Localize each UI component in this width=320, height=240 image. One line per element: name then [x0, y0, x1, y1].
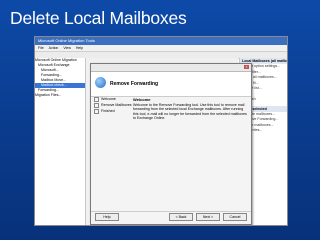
navigation-tree: Microsoft Online Migration Microsoft Exc… — [35, 58, 86, 225]
next-button[interactable]: Next > — [196, 213, 220, 221]
wizard-steps: Welcome Remove Mailboxes Finished — [91, 96, 132, 210]
body-text: Welcome to the Remove Forwarding tool. U… — [133, 102, 247, 121]
menu-bar: File Action View Help — [35, 45, 287, 52]
menu-help[interactable]: Help — [76, 45, 83, 51]
tree-item[interactable]: Migration Files... — [35, 93, 85, 98]
dialog-footer: Help < Back Next > Cancel — [91, 211, 251, 224]
dialog-header: Remove Forwarding — [91, 72, 251, 97]
help-button[interactable]: Help — [95, 213, 119, 221]
close-icon[interactable]: × — [244, 65, 249, 69]
console-screenshot: Microsoft Online Migration Tools File Ac… — [34, 36, 288, 226]
dialog-titlebar: × — [91, 64, 251, 72]
remove-forwarding-dialog: × Remove Forwarding Welcome Remove Mailb… — [90, 63, 252, 225]
slide-title: Delete Local Mailboxes — [10, 8, 187, 28]
step-marker-icon — [94, 102, 99, 108]
back-button[interactable]: < Back — [169, 213, 193, 221]
dialog-body: Welcome Welcome to the Remove Forwarding… — [133, 97, 247, 121]
step-finished: Finished — [91, 108, 131, 114]
menu-view[interactable]: View — [63, 45, 71, 51]
menu-action[interactable]: Action — [49, 45, 59, 51]
window-titlebar: Microsoft Online Migration Tools — [35, 37, 287, 45]
menu-file[interactable]: File — [38, 45, 44, 51]
step-marker-icon — [94, 96, 99, 102]
step-marker-icon — [94, 108, 99, 114]
dialog-heading: Remove Forwarding — [110, 81, 159, 87]
globe-icon — [95, 77, 106, 88]
cancel-button[interactable]: Cancel — [223, 213, 247, 221]
